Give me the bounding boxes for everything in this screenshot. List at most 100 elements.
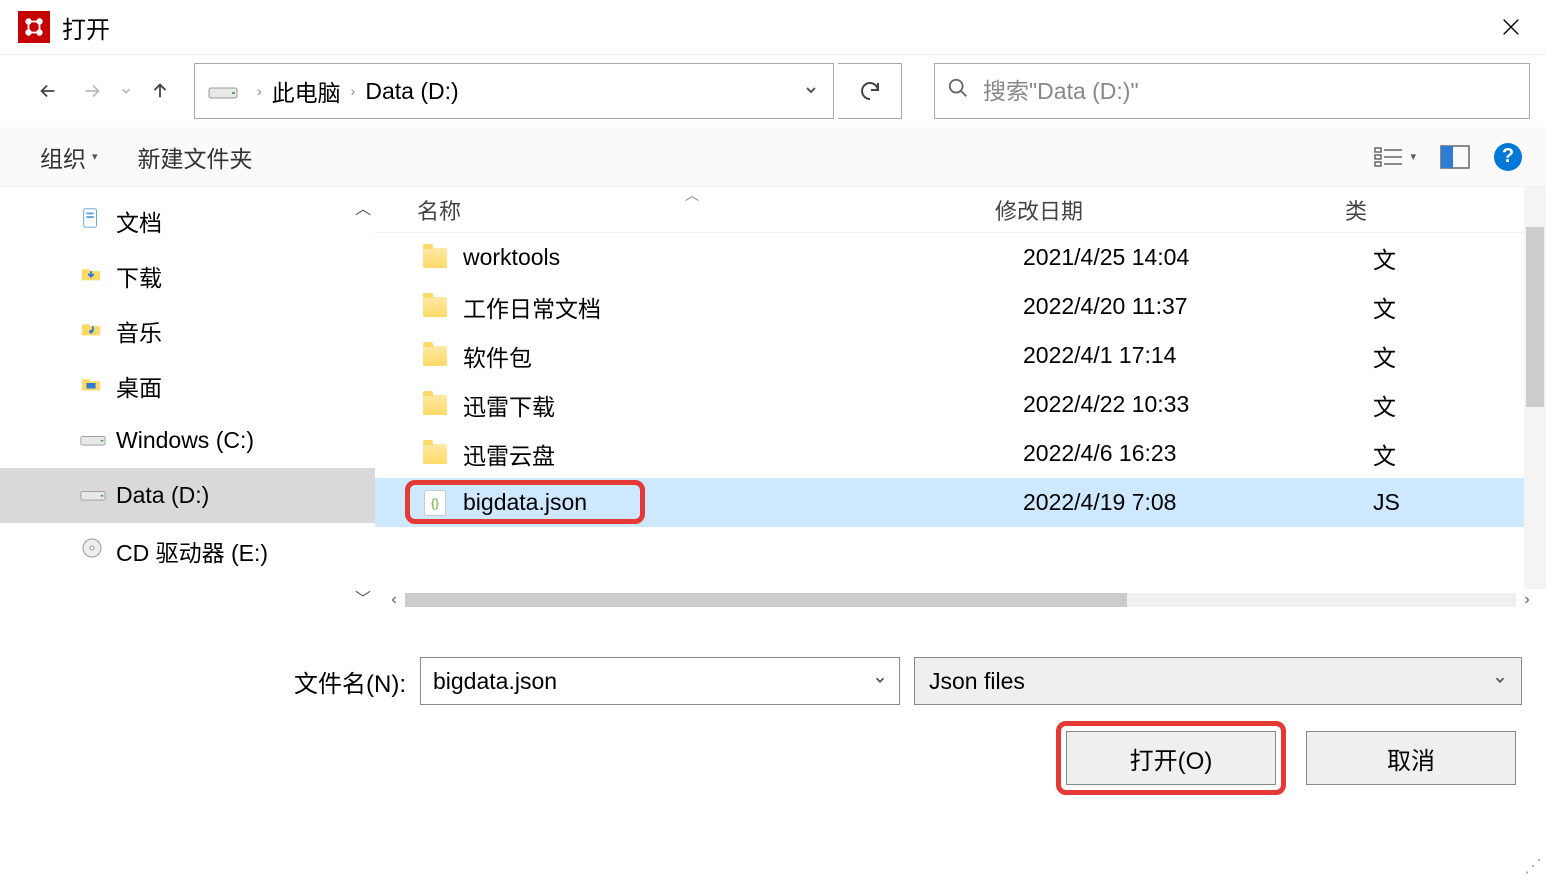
chevron-right-icon: › <box>251 83 268 99</box>
sidebar: 文档下载音乐桌面 Windows (C:) Data (D:) CD 驱动器 (E:)… <box>0 187 375 617</box>
filename-label: 文件名(N): <box>294 664 406 699</box>
filetype-combo[interactable]: Json files <box>914 657 1522 705</box>
sidebar-item[interactable]: 桌面 <box>0 358 375 413</box>
title-bar: 打开 <box>0 0 1546 55</box>
file-type: 文 <box>1373 388 1546 422</box>
file-name: bigdata.json <box>463 489 1023 516</box>
file-panel: ︿ 名称 修改日期 类 worktools2021/4/25 14:04文工作日… <box>375 187 1546 617</box>
search-input[interactable] <box>983 78 1517 105</box>
search-box[interactable] <box>934 63 1530 119</box>
filetype-value: Json files <box>929 668 1025 695</box>
downloads-icon <box>80 262 106 290</box>
file-header: ︿ 名称 修改日期 类 <box>375 187 1546 233</box>
file-type: 文 <box>1373 339 1546 373</box>
sidebar-item[interactable]: Windows (C:) <box>0 413 375 468</box>
chevron-down-icon[interactable] <box>1485 673 1507 690</box>
file-date: 2022/4/20 11:37 <box>1023 293 1373 320</box>
file-type: 文 <box>1373 290 1546 324</box>
file-row[interactable]: worktools2021/4/25 14:04文 <box>375 233 1546 282</box>
new-folder-label: 新建文件夹 <box>138 140 253 174</box>
filename-input[interactable] <box>433 668 865 695</box>
file-type: JS <box>1373 489 1546 516</box>
organize-menu[interactable]: 组织 ▾ <box>40 140 98 174</box>
file-name: 工作日常文档 <box>463 290 1023 324</box>
new-folder-button[interactable]: 新建文件夹 <box>138 140 253 174</box>
drive-icon <box>203 71 243 111</box>
sidebar-item-label: 桌面 <box>116 369 162 403</box>
file-list: worktools2021/4/25 14:04文工作日常文档2022/4/20… <box>375 233 1546 527</box>
sidebar-item-label: Windows (C:) <box>116 427 254 454</box>
json-file-icon: {} <box>424 490 446 516</box>
navigation-bar: › 此电脑 › Data (D:) <box>0 55 1546 127</box>
folder-icon <box>423 297 447 317</box>
documents-icon <box>80 207 106 235</box>
search-icon <box>947 77 969 105</box>
chevron-down-icon: ▾ <box>1410 150 1416 163</box>
file-row[interactable]: 迅雷云盘2022/4/6 16:23文 <box>375 429 1546 478</box>
resize-grip[interactable]: ⋰ <box>1522 861 1542 881</box>
column-date[interactable]: 修改日期 <box>995 194 1345 226</box>
file-row[interactable]: {}bigdata.json2022/4/19 7:08JS <box>375 478 1546 527</box>
music-icon <box>80 317 106 345</box>
toolbar: 组织 ▾ 新建文件夹 ▾ ? <box>0 127 1546 187</box>
cancel-button-label: 取消 <box>1387 741 1435 776</box>
sidebar-item[interactable]: Data (D:) <box>0 468 375 523</box>
file-vscrollbar[interactable] <box>1524 187 1546 589</box>
sidebar-item[interactable]: 下载 <box>0 248 375 303</box>
refresh-button[interactable] <box>838 63 902 119</box>
breadcrumb[interactable]: › 此电脑 › Data (D:) <box>194 63 834 119</box>
sidebar-item-label: 下载 <box>116 259 162 293</box>
sidebar-item-label: Data (D:) <box>116 482 209 509</box>
chevron-right-icon: › <box>345 83 362 99</box>
file-name: 迅雷云盘 <box>463 437 1023 471</box>
file-row[interactable]: 迅雷下载2022/4/22 10:33文 <box>375 380 1546 429</box>
open-button[interactable]: 打开(O) <box>1066 731 1276 785</box>
preview-pane-button[interactable] <box>1440 145 1470 169</box>
back-button[interactable] <box>28 71 68 111</box>
chevron-down-icon[interactable] <box>865 673 887 690</box>
file-name: worktools <box>463 244 1023 271</box>
breadcrumb-current[interactable]: Data (D:) <box>361 78 462 105</box>
view-mode-button[interactable]: ▾ <box>1374 145 1416 169</box>
drive-icon <box>80 482 106 509</box>
bottom-area: 文件名(N): Json files 打开(O) 取消 <box>0 617 1546 805</box>
file-type: 文 <box>1373 437 1546 471</box>
folder-icon <box>423 444 447 464</box>
scroll-up-icon[interactable]: ︿ <box>355 195 371 219</box>
folder-icon <box>423 395 447 415</box>
filename-combo[interactable] <box>420 657 900 705</box>
sidebar-item[interactable]: CD 驱动器 (E:) <box>0 523 375 578</box>
help-button[interactable]: ? <box>1494 143 1522 171</box>
scroll-right-icon[interactable]: › <box>1516 591 1538 609</box>
sidebar-item-label: CD 驱动器 (E:) <box>116 534 268 568</box>
column-type[interactable]: 类 <box>1345 194 1546 226</box>
sidebar-item-label: 文档 <box>116 204 162 238</box>
forward-button[interactable] <box>72 71 112 111</box>
sidebar-scrollbar[interactable]: ︿ ﹀ <box>351 187 375 617</box>
scroll-down-icon[interactable]: ﹀ <box>355 585 371 609</box>
file-name: 软件包 <box>463 339 1023 373</box>
file-row[interactable]: 工作日常文档2022/4/20 11:37文 <box>375 282 1546 331</box>
scroll-left-icon[interactable]: ‹ <box>383 591 405 609</box>
sidebar-item[interactable]: 文档 <box>0 193 375 248</box>
file-row[interactable]: 软件包2022/4/1 17:14文 <box>375 331 1546 380</box>
cancel-button[interactable]: 取消 <box>1306 731 1516 785</box>
sidebar-item[interactable]: 音乐 <box>0 303 375 358</box>
breadcrumb-dropdown[interactable] <box>789 82 833 101</box>
file-date: 2021/4/25 14:04 <box>1023 244 1373 271</box>
organize-label: 组织 <box>40 140 86 174</box>
open-button-label: 打开(O) <box>1130 741 1213 776</box>
file-date: 2022/4/1 17:14 <box>1023 342 1373 369</box>
recent-dropdown[interactable] <box>116 71 136 111</box>
breadcrumb-root[interactable]: 此电脑 <box>268 74 345 108</box>
cd-icon <box>80 536 106 566</box>
close-button[interactable] <box>1486 7 1536 47</box>
up-button[interactable] <box>140 71 180 111</box>
folder-icon <box>423 346 447 366</box>
folder-icon <box>423 248 447 268</box>
file-date: 2022/4/22 10:33 <box>1023 391 1373 418</box>
file-hscrollbar[interactable]: ‹ › <box>383 589 1538 611</box>
desktop-icon <box>80 372 106 400</box>
app-icon <box>18 11 50 43</box>
file-name: 迅雷下载 <box>463 388 1023 422</box>
